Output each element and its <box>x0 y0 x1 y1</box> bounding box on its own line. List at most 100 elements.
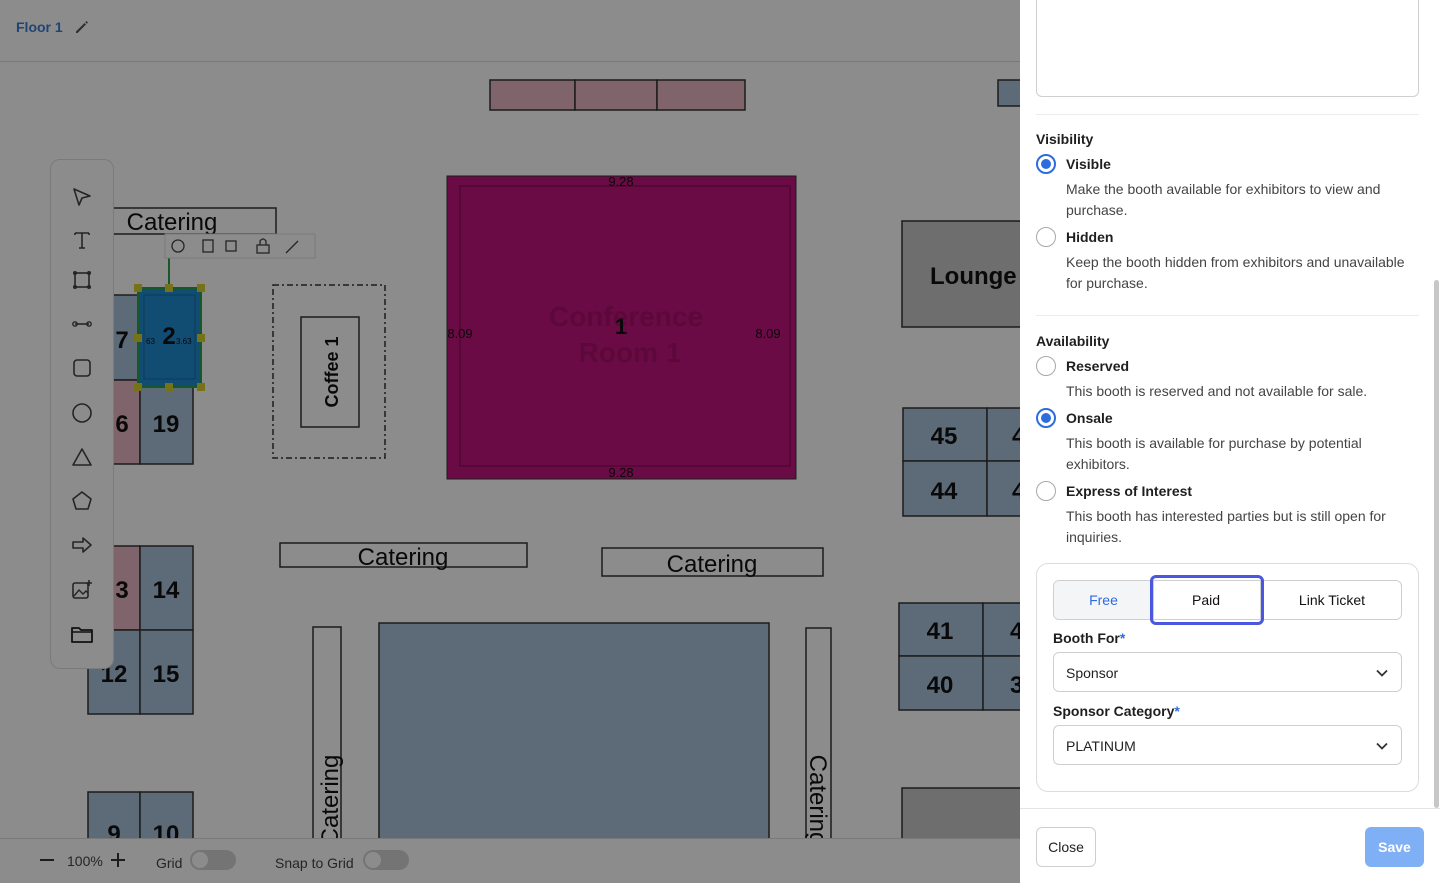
catering-label-v1: Catering <box>317 755 344 838</box>
zoom-level: 100% <box>67 853 103 869</box>
editor-header: Floor 1 <box>0 0 1020 62</box>
reserved-label: Reserved <box>1066 358 1130 374</box>
snap-toggle[interactable] <box>363 850 409 870</box>
link-ticket-tab[interactable]: Link Ticket <box>1260 581 1403 619</box>
close-button[interactable]: Close <box>1036 827 1096 867</box>
booth-for-select[interactable]: Sponsor <box>1053 652 1402 692</box>
floor-plan-editor: Floor 1 Catering 7 6 19 3 1 4 12 15 9 10 … <box>0 0 1020 883</box>
minus-icon <box>40 859 54 861</box>
conference-number: 1 <box>615 314 627 339</box>
polygon-tool[interactable] <box>67 265 97 295</box>
lounge-label: Lounge <box>930 263 1017 290</box>
lounge-area-2 <box>901 787 1020 838</box>
booth-for-label: Booth For* <box>1053 630 1126 646</box>
vector-shape-icon <box>73 271 91 289</box>
free-tab[interactable]: Free <box>1054 581 1154 619</box>
grid-toggle[interactable] <box>190 850 236 870</box>
exhibit-hall <box>378 622 770 838</box>
visible-radio[interactable] <box>1036 154 1056 174</box>
line-tool[interactable] <box>67 309 97 339</box>
reserved-radio[interactable] <box>1036 356 1056 376</box>
chevron-down-icon <box>1376 669 1388 677</box>
divider <box>1036 114 1419 115</box>
booth-top-right <box>997 79 1020 107</box>
booth-6-label: 6 <box>115 411 128 438</box>
dim-left: 8.09 <box>447 326 472 341</box>
pricing-type-segmented-control: Free Paid Link Ticket <box>1053 575 1403 625</box>
plus-icon <box>111 853 125 867</box>
coffee-label: Coffee 1 <box>322 336 342 407</box>
editor-status-bar: 100% Grid Snap to Grid <box>0 838 1020 883</box>
visible-label: Visible <box>1066 156 1111 172</box>
sponsor-category-label: Sponsor Category* <box>1053 703 1180 719</box>
panel-content: Visibility Visible Make the booth availa… <box>1020 0 1440 808</box>
arrow-right-icon <box>72 537 92 553</box>
rectangle-tool[interactable] <box>67 353 97 383</box>
express-interest-label: Express of Interest <box>1066 483 1193 499</box>
zoom-out-button[interactable] <box>38 851 56 872</box>
booth-for-value: Sponsor <box>1066 665 1119 681</box>
express-interest-description: This booth has interested parties but is… <box>1066 508 1386 545</box>
booth-settings-panel: Visibility Visible Make the booth availa… <box>1020 0 1440 883</box>
booth-4c-label: 4 <box>1010 618 1020 645</box>
booth-44-label: 44 <box>931 478 958 505</box>
panel-scrollbar[interactable] <box>1434 280 1439 808</box>
folder-tool[interactable] <box>67 619 97 649</box>
booth-7-label: 7 <box>115 327 128 354</box>
pencil-icon[interactable] <box>73 18 91 36</box>
selected-dim-left: 63 <box>146 337 155 346</box>
onsale-label: Onsale <box>1066 410 1113 426</box>
hidden-description: Keep the booth hidden from exhibitors an… <box>1066 254 1405 291</box>
pentagon-icon <box>72 491 92 510</box>
catering-label-2: Catering <box>358 544 449 571</box>
room-label: Room 1 <box>579 337 682 368</box>
grid-label: Grid <box>156 855 183 871</box>
hidden-label: Hidden <box>1066 229 1114 245</box>
triangle-icon <box>72 448 92 466</box>
onsale-radio[interactable] <box>1036 408 1056 428</box>
booth-10-label: 10 <box>153 821 180 838</box>
sponsor-category-value: PLATINUM <box>1066 738 1136 754</box>
zoom-in-button[interactable] <box>109 851 127 872</box>
floor-title[interactable]: Floor 1 <box>16 19 63 35</box>
paid-tab[interactable]: Paid <box>1154 581 1258 619</box>
reserved-description: This booth is reserved and not available… <box>1066 383 1368 399</box>
description-textarea[interactable] <box>1036 0 1419 97</box>
sponsor-category-select[interactable]: PLATINUM <box>1053 725 1402 765</box>
hidden-radio[interactable] <box>1036 227 1056 247</box>
pentagon-tool[interactable] <box>67 486 97 516</box>
booth-13-label: 3 <box>115 577 128 604</box>
snap-label: Snap to Grid <box>275 855 354 871</box>
line-icon <box>72 321 92 327</box>
pricing-card: Free Paid Link Ticket Booth For* Sponsor… <box>1036 563 1419 792</box>
booth-top-3 <box>656 79 746 111</box>
floor-plan-canvas[interactable]: Catering 7 6 19 3 14 12 15 9 10 2 63 3.6… <box>0 62 1020 838</box>
image-tool[interactable] <box>67 574 97 604</box>
dim-right: 8.09 <box>755 326 780 341</box>
text-icon <box>74 232 90 249</box>
select-tool[interactable] <box>67 182 97 212</box>
booth-top-2 <box>574 79 658 111</box>
divider <box>1036 315 1419 316</box>
triangle-tool[interactable] <box>67 442 97 472</box>
save-button[interactable]: Save <box>1365 827 1424 867</box>
booth-19-label: 19 <box>153 411 180 438</box>
booth-15-label: 15 <box>153 661 180 688</box>
circle-icon <box>72 403 92 423</box>
selected-dim-right: 3.63 <box>176 337 192 346</box>
booth-40-label: 40 <box>927 672 954 699</box>
booth-45-label: 45 <box>931 423 958 450</box>
dim-bottom: 9.28 <box>608 465 633 480</box>
booth-9-label: 9 <box>107 821 120 838</box>
dim-top: 9.28 <box>608 174 633 189</box>
arrow-tool[interactable] <box>67 530 97 560</box>
booth-41-label: 41 <box>927 618 954 645</box>
visible-description: Make the booth available for exhibitors … <box>1066 181 1381 218</box>
booth-4a-label: 4 <box>1012 423 1020 450</box>
catering-label-3: Catering <box>667 551 758 578</box>
express-interest-radio[interactable] <box>1036 481 1056 501</box>
booth-top-1 <box>489 79 576 111</box>
availability-title: Availability <box>1036 333 1110 349</box>
text-tool[interactable] <box>67 225 97 255</box>
circle-tool[interactable] <box>67 398 97 428</box>
